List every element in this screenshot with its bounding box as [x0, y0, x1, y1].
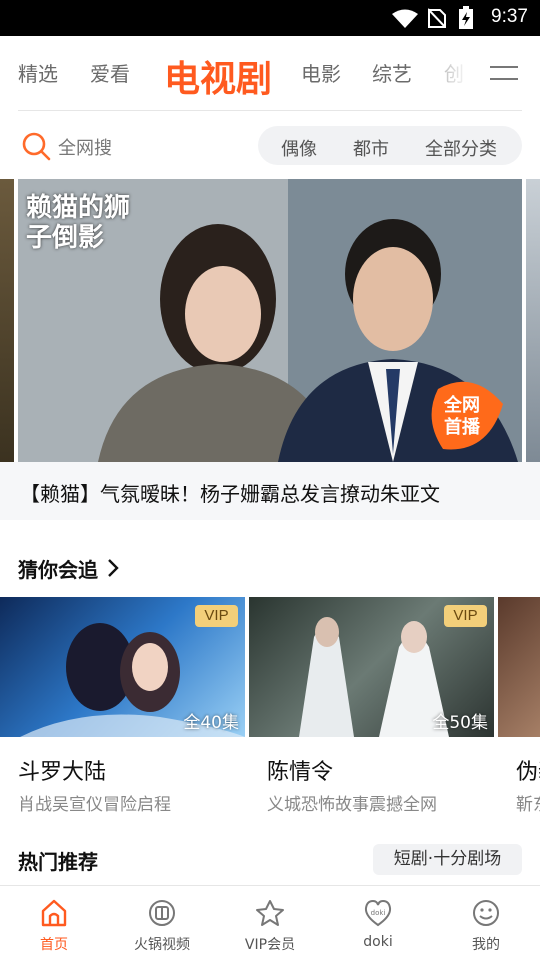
short-drama-tag[interactable]: 短剧·十分剧场 [373, 844, 522, 875]
category-urban[interactable]: 都市 [353, 135, 389, 161]
search-bar[interactable]: 全网搜 [18, 126, 238, 166]
svg-text:doki: doki [371, 909, 386, 917]
card-subtitle: 肖战吴宣仪冒险启程 [18, 795, 171, 815]
film-reel-icon [149, 900, 175, 926]
menu-icon[interactable] [490, 64, 518, 82]
card-title[interactable]: 伪装 [516, 754, 540, 786]
episode-count: 全50集 [432, 713, 488, 733]
status-bar: 9:37 [0, 0, 540, 36]
top-tab-bar: 精选 爱看 电视剧 电影 综艺 创 [0, 36, 540, 110]
tab-jingxuan[interactable]: 精选 [18, 58, 58, 87]
nav-home[interactable]: 首页 [0, 886, 108, 961]
nav-me[interactable]: 我的 [432, 886, 540, 961]
card-title[interactable]: 斗罗大陆 [18, 754, 106, 786]
card-subtitle: 义城恐怖故事震撼全网 [267, 795, 437, 815]
episode-count: 全40集 [183, 713, 239, 733]
battery-charging-icon [459, 6, 473, 29]
banner-logo: 赖猫的狮子倒影 [26, 193, 131, 253]
banner-prev-peek[interactable] [0, 179, 14, 462]
profile-face-icon [473, 900, 499, 926]
category-all[interactable]: 全部分类 [425, 135, 497, 161]
nav-doki[interactable]: doki doki [324, 886, 432, 961]
wifi-icon [392, 9, 418, 28]
vip-badge: VIP [444, 605, 487, 627]
nav-label: 我的 [472, 937, 500, 953]
banner-caption: 【赖猫】气氛暧昧！杨子姗霸总发言撩动朱亚文 [20, 482, 440, 506]
category-idol[interactable]: 偶像 [281, 135, 317, 161]
card-thumbnail[interactable]: VIP 全40集 [0, 597, 245, 737]
nav-label: 火锅视频 [134, 937, 190, 953]
nav-label: VIP会员 [244, 937, 296, 953]
vip-crown-icon [256, 900, 284, 926]
nav-vip[interactable]: VIP会员 [216, 886, 324, 961]
section-title-guess[interactable]: 猜你会追 [18, 554, 98, 583]
chevron-right-icon[interactable] [106, 558, 120, 578]
search-icon [22, 132, 51, 161]
no-sim-icon [428, 8, 446, 28]
tab-tv-series[interactable]: 电视剧 [164, 50, 272, 102]
divider [18, 110, 522, 111]
tab-movies[interactable]: 电影 [301, 58, 341, 87]
section-title-hot: 热门推荐 [18, 850, 98, 874]
doki-heart-icon: doki [364, 899, 392, 927]
tab-fade [440, 50, 490, 94]
card-subtitle: 靳东 [516, 795, 540, 815]
live-premiere-badge: 全网 首播 [444, 395, 480, 438]
vip-badge: VIP [195, 605, 238, 627]
nav-hotpot-video[interactable]: 火锅视频 [108, 886, 216, 961]
home-icon [41, 899, 67, 927]
tab-variety[interactable]: 综艺 [372, 58, 412, 87]
banner-image[interactable]: 赖猫的狮子倒影 全网 首播 [18, 179, 522, 462]
card-thumbnail[interactable] [498, 597, 540, 737]
card-title[interactable]: 陈情令 [267, 754, 333, 786]
nav-label: doki [363, 934, 393, 950]
card-partial-text[interactable]: 伪装 靳东 [516, 740, 540, 820]
status-time: 9:37 [491, 6, 528, 27]
search-placeholder: 全网搜 [58, 138, 112, 159]
banner-next-peek[interactable] [526, 179, 540, 462]
tab-aikan[interactable]: 爱看 [90, 58, 130, 87]
bottom-nav: 首页 火锅视频 VIP会员 doki doki 我的 [0, 885, 540, 961]
nav-label: 首页 [40, 937, 68, 953]
category-pill: 偶像 都市 全部分类 [258, 126, 522, 165]
card-thumbnail[interactable]: VIP 全50集 [249, 597, 494, 737]
